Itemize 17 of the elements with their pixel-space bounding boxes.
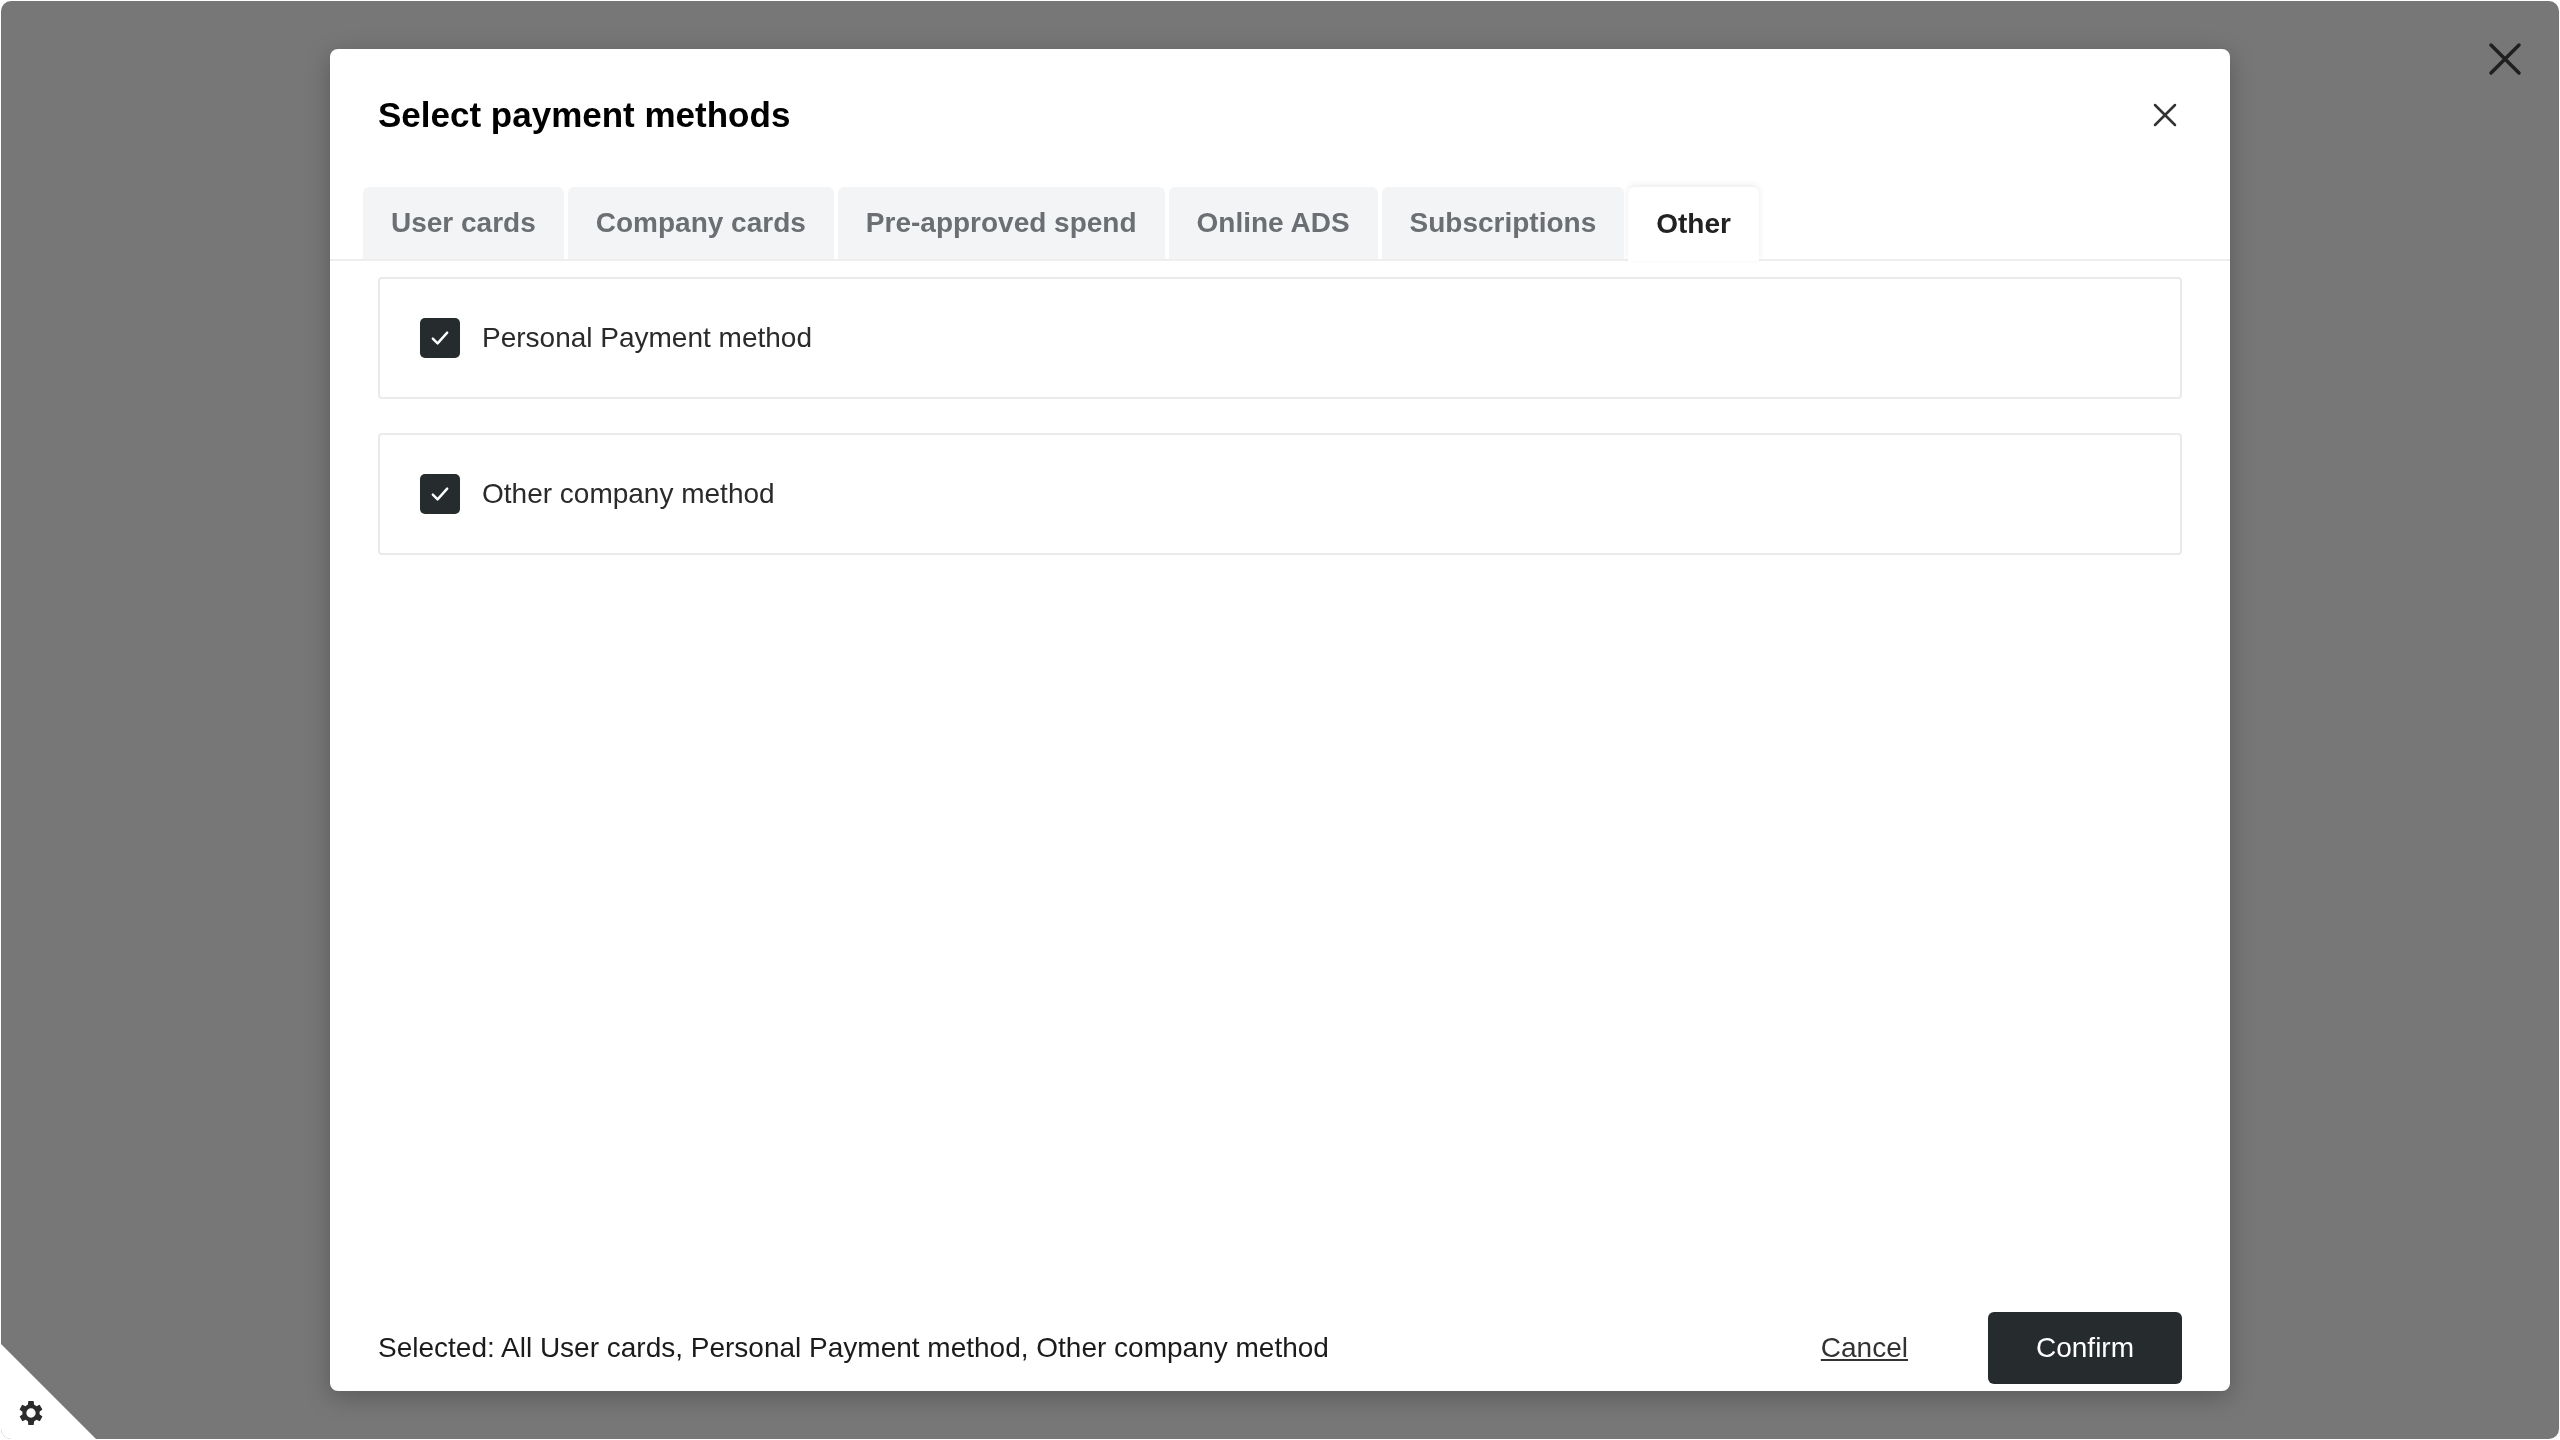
tab[interactable]: Pre-approved spend (837, 187, 1165, 259)
option-label: Personal Payment method (482, 321, 812, 355)
tab[interactable]: User cards (363, 187, 564, 259)
selection-summary: Selected: All User cards, Personal Payment method, Other company method (378, 1331, 1330, 1365)
option-card[interactable]: Personal Payment method (378, 277, 2182, 399)
checkbox[interactable] (420, 474, 460, 514)
option-label: Other company method (482, 477, 775, 511)
tab[interactable]: Online ADS (1168, 187, 1378, 259)
confirm-button[interactable]: Confirm (1988, 1312, 2182, 1384)
close-icon[interactable] (2152, 102, 2178, 128)
checkbox[interactable] (420, 318, 460, 358)
dialog-title: Select payment methods (378, 93, 791, 136)
tab[interactable]: Other (1628, 187, 1759, 261)
cancel-link[interactable]: Cancel (1820, 1327, 1908, 1369)
tab[interactable]: Subscriptions (1381, 187, 1625, 259)
tab[interactable]: Company cards (567, 187, 834, 259)
option-card[interactable]: Other company method (378, 433, 2182, 555)
